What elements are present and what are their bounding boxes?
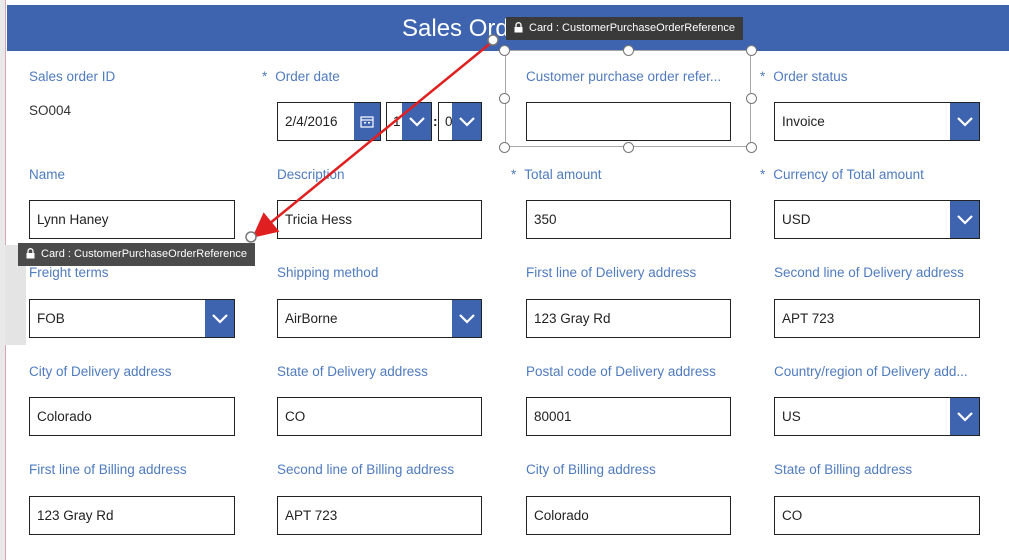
chevron-down-icon [956,214,973,225]
card-tooltip-drag: Card : CustomerPurchaseOrderReference [18,243,256,266]
calendar-button[interactable] [354,103,380,140]
chevron-down-icon [408,116,425,127]
delivery-line2-label: Second line of Delivery address [774,265,964,280]
delivery-state-input[interactable]: CO [277,397,482,436]
delivery-line1-input[interactable]: 123 Gray Rd [526,299,731,338]
selected-card-outline[interactable] [505,50,751,147]
delivery-line1-label: First line of Delivery address [526,265,697,280]
billing-state-label: State of Billing address [774,462,913,477]
resize-handle[interactable] [499,45,510,56]
order-minute-dropdown[interactable]: 0 [438,102,482,141]
billing-line1-input[interactable]: 123 Gray Rd [29,496,235,535]
resize-handle[interactable] [499,142,510,153]
sales-order-id-label: Sales order ID [29,69,116,84]
order-hour-dropdown[interactable]: 1 [386,102,432,141]
name-label: Name [29,167,66,182]
chevron-down-icon [458,116,475,127]
resize-handle[interactable] [499,93,510,104]
shipping-method-label: Shipping method [277,265,379,280]
resize-handle[interactable] [623,142,634,153]
dropdown-button[interactable] [452,300,481,337]
billing-state-input[interactable]: CO [774,496,980,535]
delivery-state-label: State of Delivery address [277,364,428,379]
calendar-icon [360,115,374,128]
freight-terms-label: Freight terms [29,265,109,280]
required-marker: * [760,69,766,84]
billing-line2-input[interactable]: APT 723 [277,496,482,535]
freight-terms-dropdown[interactable]: FOB [29,299,235,338]
order-status-label: * Order status [760,69,848,84]
required-marker: * [760,167,766,182]
currency-dropdown[interactable]: USD [774,200,980,239]
delivery-city-label: City of Delivery address [29,364,172,379]
delivery-line2-input[interactable]: APT 723 [774,299,980,338]
canvas: Sales Order Sales order ID SO004 * Order … [0,0,1009,560]
delivery-postal-label: Postal code of Delivery address [526,364,716,379]
description-label: Description [277,167,345,182]
chevron-down-icon [956,116,973,127]
sales-order-id-value: SO004 [29,103,72,118]
billing-line1-label: First line of Billing address [29,462,187,477]
resize-handle[interactable] [746,45,757,56]
resize-handle[interactable] [746,142,757,153]
resize-handle[interactable] [746,93,757,104]
currency-label: * Currency of Total amount [760,167,924,182]
chevron-down-icon [211,313,228,324]
billing-city-label: City of Billing address [526,462,656,477]
dropdown-button[interactable] [452,103,481,140]
required-marker: * [511,167,517,182]
billing-city-input[interactable]: Colorado [526,496,731,535]
billing-line2-label: Second line of Billing address [277,462,455,477]
card-tooltip-top: Card : CustomerPurchaseOrderReference [506,17,744,40]
time-separator: : [433,114,438,129]
dropdown-button[interactable] [402,103,431,140]
lock-icon [26,248,35,259]
chevron-down-icon [956,411,973,422]
shipping-method-dropdown[interactable]: AirBorne [277,299,482,338]
total-amount-input[interactable]: 350 [526,200,731,239]
resize-handle[interactable] [623,45,634,56]
dropdown-button[interactable] [205,300,234,337]
name-input[interactable]: Lynn Haney [29,200,235,239]
dropdown-button[interactable] [950,103,979,140]
lock-icon [514,22,523,33]
required-marker: * [262,69,268,84]
order-status-dropdown[interactable]: Invoice [774,102,980,141]
total-amount-label: * Total amount [511,167,602,182]
chevron-down-icon [458,313,475,324]
delivery-country-label: Country/region of Delivery add... [774,364,968,379]
delivery-city-input[interactable]: Colorado [29,397,235,436]
dropdown-button[interactable] [950,398,979,435]
delivery-postal-input[interactable]: 80001 [526,397,731,436]
delivery-country-dropdown[interactable]: US [774,397,980,436]
order-date-label: * Order date [262,69,340,84]
description-input[interactable]: Tricia Hess [277,200,482,239]
order-date-picker[interactable]: 2/4/2016 [277,102,381,141]
dropdown-button[interactable] [950,201,979,238]
